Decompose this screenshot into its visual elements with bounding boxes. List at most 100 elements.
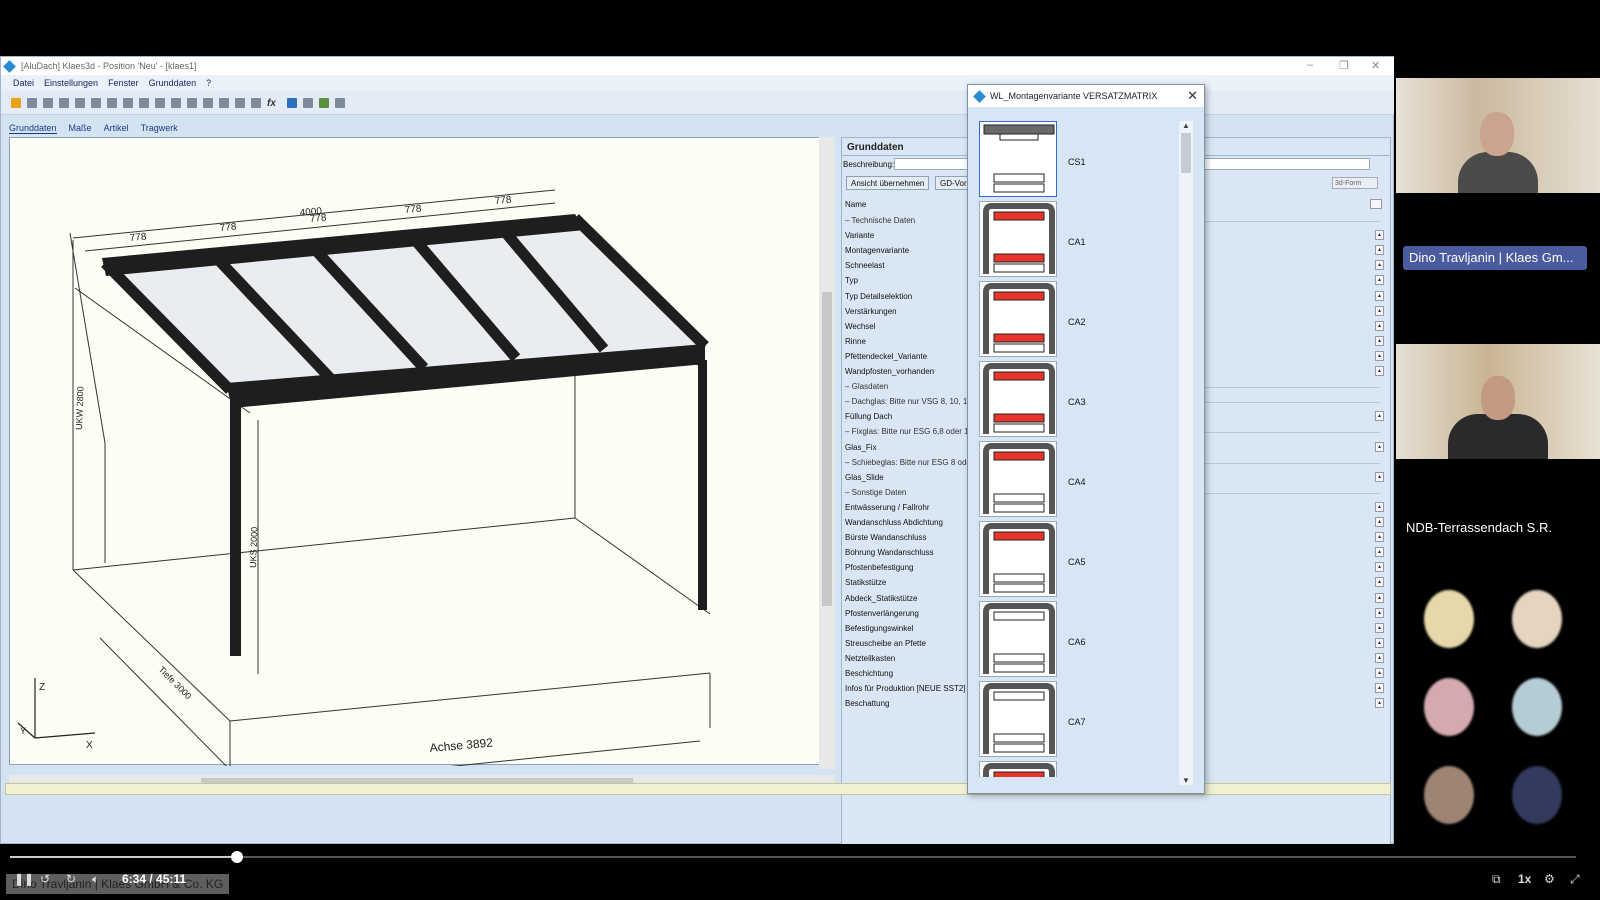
tab-artikel[interactable]: Artikel: [104, 123, 129, 133]
property-row[interactable]: Netzteilkasten: [845, 654, 895, 663]
property-row[interactable]: Entwässerung / Fallrohr: [845, 503, 929, 512]
dialog-scrollbar[interactable]: ▲ ▼: [1179, 121, 1193, 785]
zoom-window-icon[interactable]: [155, 97, 165, 108]
avatar[interactable]: [1424, 678, 1474, 736]
property-spin-icon[interactable]: ▴: [1375, 366, 1384, 376]
sort-icon[interactable]: [1370, 199, 1382, 209]
variant-thumbnail[interactable]: [979, 521, 1057, 597]
property-row[interactable]: Wandpfosten_vorhanden: [845, 367, 934, 376]
tab-tragwerk[interactable]: Tragwerk: [141, 123, 178, 133]
property-spin-icon[interactable]: ▴: [1375, 562, 1384, 573]
rotate-icon[interactable]: [171, 97, 181, 108]
property-spin-icon[interactable]: ▴: [1375, 517, 1384, 527]
property-spin-icon[interactable]: ▴: [1375, 547, 1384, 558]
save-all-icon[interactable]: [43, 97, 53, 108]
property-spin-icon[interactable]: ▴: [1375, 698, 1384, 709]
calc-icon[interactable]: [319, 97, 329, 108]
arrow-left-icon[interactable]: [235, 97, 245, 108]
property-row[interactable]: Schneelast: [845, 261, 885, 270]
menu-help[interactable]: ?: [206, 78, 211, 88]
avatar[interactable]: [1512, 590, 1562, 648]
captions-icon[interactable]: ⧉: [1492, 872, 1501, 887]
menu-einstellungen[interactable]: Einstellungen: [44, 78, 98, 88]
variant-item-ca2[interactable]: CA2: [974, 281, 1164, 357]
property-spin-icon[interactable]: ▴: [1375, 350, 1384, 361]
property-spin-icon[interactable]: ▴: [1375, 411, 1384, 422]
property-row[interactable]: Typ Detailselektion: [845, 292, 912, 301]
avatar[interactable]: [1424, 590, 1474, 648]
variant-thumbnail[interactable]: [979, 681, 1057, 757]
volume-icon[interactable]: 🔈︎: [92, 872, 99, 887]
variant-thumbnail[interactable]: [979, 121, 1057, 197]
forward-10-icon[interactable]: ↻: [66, 872, 76, 886]
menu-grunddaten[interactable]: Grunddaten: [149, 78, 197, 88]
open-icon[interactable]: [11, 97, 21, 108]
property-row[interactable]: Beschattung: [845, 699, 889, 708]
property-row[interactable]: Abdeck_Statikstütze: [845, 594, 917, 603]
undo-icon[interactable]: [75, 97, 85, 108]
property-spin-icon[interactable]: ▴: [1375, 335, 1384, 346]
variant-thumbnail[interactable]: [979, 201, 1057, 277]
variant-thumbnail[interactable]: [979, 361, 1057, 437]
property-row[interactable]: Typ: [845, 276, 858, 285]
variant-thumbnail[interactable]: [979, 281, 1057, 357]
variant-thumbnail[interactable]: [979, 441, 1057, 517]
scroll-down-icon[interactable]: ▼: [1179, 776, 1193, 785]
cad-viewport[interactable]: 4000 778 778 778 778 778 UKW 2800 UKS 20…: [9, 137, 835, 789]
property-spin-icon[interactable]: ▴: [1375, 668, 1384, 678]
pause-icon[interactable]: ❚❚: [14, 872, 34, 886]
property-spin-icon[interactable]: ▴: [1375, 230, 1384, 241]
menu-datei[interactable]: Datei: [13, 78, 34, 88]
redo-icon[interactable]: [91, 97, 101, 108]
seek-knob[interactable]: [231, 851, 244, 863]
rotate-back-icon[interactable]: [187, 97, 197, 108]
restore-icon[interactable]: ❐: [1339, 59, 1349, 72]
property-row[interactable]: Statikstütze: [845, 578, 886, 587]
property-row[interactable]: Glas_Slide: [845, 473, 884, 482]
paste-icon[interactable]: [123, 97, 133, 108]
property-row[interactable]: Pfostenbefestigung: [845, 563, 914, 572]
variant-item-ca6[interactable]: CA6: [974, 601, 1164, 677]
move-icon[interactable]: [219, 97, 229, 108]
property-spin-icon[interactable]: ▴: [1375, 260, 1384, 271]
copy-icon[interactable]: [107, 97, 117, 108]
property-row[interactable]: Streuscheibe an Pfette: [845, 639, 926, 648]
variant-item-cs1[interactable]: CS1: [974, 121, 1164, 197]
dialog-scroll-thumb[interactable]: [1181, 133, 1191, 173]
property-spin-icon[interactable]: ▴: [1375, 532, 1384, 543]
fullscreen-icon[interactable]: ⤢: [1570, 872, 1580, 887]
property-spin-icon[interactable]: ▴: [1375, 683, 1384, 694]
seek-track[interactable]: [10, 856, 1576, 858]
property-row[interactable]: Glas_Fix: [845, 443, 877, 452]
property-row[interactable]: Füllung Dach: [845, 412, 892, 421]
property-row[interactable]: Verstärkungen: [845, 307, 897, 316]
avatar[interactable]: [1424, 766, 1474, 824]
property-row[interactable]: Beschichtung: [845, 669, 893, 678]
property-spin-icon[interactable]: ▴: [1375, 637, 1384, 648]
close-icon[interactable]: ✕: [1371, 59, 1380, 72]
property-spin-icon[interactable]: ▴: [1375, 305, 1384, 316]
variant-item-partial[interactable]: [974, 761, 1164, 777]
property-row[interactable]: Pfettendeckel_Variante: [845, 352, 927, 361]
variant-item-ca5[interactable]: CA5: [974, 521, 1164, 597]
variant-item-ca4[interactable]: CA4: [974, 441, 1164, 517]
property-row[interactable]: Befestigungswinkel: [845, 624, 913, 633]
save-icon[interactable]: [27, 97, 37, 108]
property-spin-icon[interactable]: ▴: [1375, 245, 1384, 256]
property-spin-icon[interactable]: ▴: [1375, 275, 1384, 286]
property-row[interactable]: Pfostenverlängerung: [845, 609, 919, 618]
participant-video-1[interactable]: [1396, 78, 1600, 193]
scroll-up-icon[interactable]: ▲: [1179, 121, 1193, 130]
property-row[interactable]: Wechsel: [845, 322, 876, 331]
form-select[interactable]: 3d-Form: [1332, 177, 1378, 189]
rewind-10-icon[interactable]: ↺: [40, 872, 50, 886]
arrow-right-icon[interactable]: [251, 97, 261, 108]
property-spin-icon[interactable]: ▴: [1375, 652, 1384, 663]
variant-item-ca1[interactable]: CA1: [974, 201, 1164, 277]
property-spin-icon[interactable]: ▴: [1375, 607, 1384, 618]
ansicht-uebernehmen-button[interactable]: Ansicht übernehmen: [846, 176, 930, 190]
menu-fenster[interactable]: Fenster: [108, 78, 139, 88]
property-row[interactable]: Bürste Wandanschluss: [845, 533, 927, 542]
gear-icon[interactable]: ⚙: [1544, 872, 1555, 886]
property-row[interactable]: Infos für Produktion [NEUE SST2]: [845, 684, 966, 693]
